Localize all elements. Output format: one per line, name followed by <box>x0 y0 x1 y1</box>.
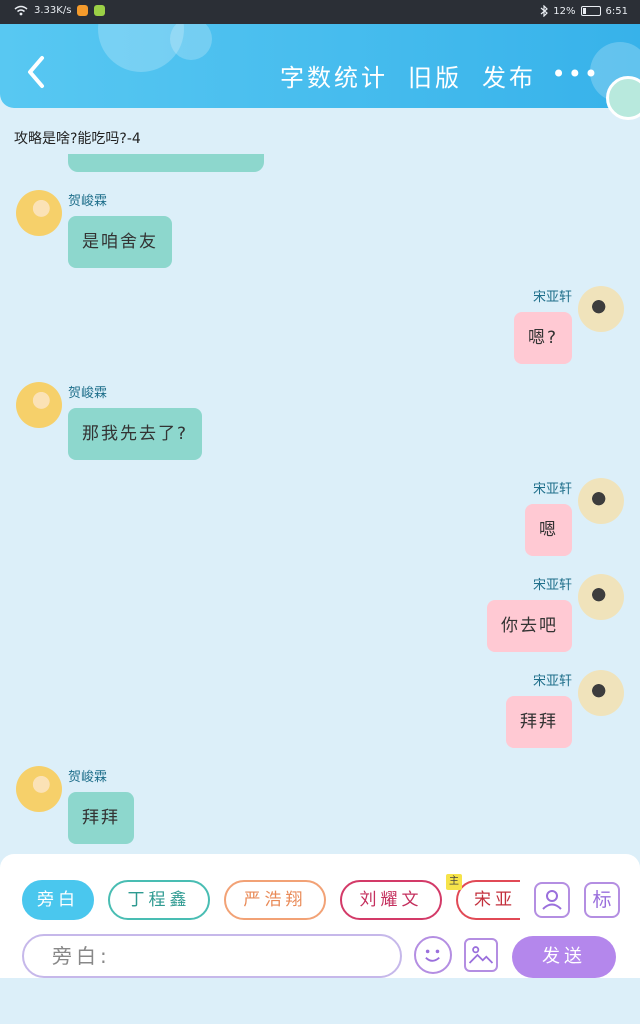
person-icon[interactable] <box>534 882 570 918</box>
sender-name: 宋亚轩 <box>532 674 572 689</box>
more-icon[interactable]: ••• <box>552 60 600 88</box>
word-count-button[interactable]: 字数统计 <box>280 58 388 93</box>
chapter-title: 攻略是啥?能吃吗?-4 <box>14 131 141 147</box>
role-chip-wrapper: 主 宋亚 <box>446 874 520 920</box>
avatar[interactable] <box>16 190 62 236</box>
sender-name: 宋亚轩 <box>532 482 572 497</box>
header-actions: 字数统计 旧版 发布 <box>280 58 536 93</box>
message-bubble[interactable]: 拜拜 <box>68 792 134 844</box>
message-bubble[interactable]: 嗯? <box>513 312 572 364</box>
message-input[interactable]: 旁白: <box>22 934 402 978</box>
tag-button[interactable]: 标 <box>584 882 620 918</box>
decor-bubble <box>170 24 212 60</box>
role-chip[interactable]: 严浩翔 <box>224 880 326 920</box>
partial-message-bubble <box>68 154 264 172</box>
message-bubble[interactable]: 嗯 <box>525 504 572 556</box>
role-chip[interactable]: 宋亚 <box>456 880 520 920</box>
app-notification-icon <box>77 5 89 16</box>
sender-name: 宋亚轩 <box>532 578 572 593</box>
role-selector: 旁白 丁程鑫 严浩翔 刘耀文 主 宋亚 <box>22 874 520 920</box>
image-icon[interactable] <box>464 938 498 972</box>
publish-button[interactable]: 发布 <box>482 58 536 93</box>
emoji-icon[interactable] <box>414 936 452 974</box>
clock: 6:51 <box>605 5 628 17</box>
sender-name: 贺峻霖 <box>68 194 108 209</box>
avatar[interactable] <box>578 478 624 524</box>
status-bar: 3.33K/s 12% 6:51 <box>0 0 640 24</box>
composer-panel: 旁白 丁程鑫 严浩翔 刘耀文 主 宋亚 标 旁白: 发送 <box>0 854 640 978</box>
app-notification-icon <box>94 5 106 16</box>
sender-name: 贺峻霖 <box>68 386 108 401</box>
avatar[interactable] <box>578 574 624 620</box>
avatar[interactable] <box>578 670 624 716</box>
chat-area[interactable]: 攻略是啥?能吃吗?-4 贺峻霖 是咱舍友 宋亚轩 嗯? 贺峻霖 那我先去了? 宋… <box>0 108 640 854</box>
battery-percent: 12% <box>553 5 576 17</box>
sender-name: 宋亚轩 <box>532 290 572 305</box>
avatar[interactable] <box>16 382 62 428</box>
avatar[interactable] <box>578 286 624 332</box>
avatar[interactable] <box>16 766 62 812</box>
person-icon-glyph <box>542 890 562 910</box>
back-icon[interactable] <box>22 54 50 90</box>
sender-name: 贺峻霖 <box>68 770 108 785</box>
top-bar: 字数统计 旧版 发布 ••• <box>0 24 640 108</box>
wifi-icon <box>14 5 28 16</box>
message-bubble[interactable]: 拜拜 <box>506 696 572 748</box>
role-chip-narrator[interactable]: 旁白 <box>22 880 94 920</box>
role-chip[interactable]: 丁程鑫 <box>108 880 210 920</box>
role-chip[interactable]: 刘耀文 <box>340 880 442 920</box>
bluetooth-icon <box>540 5 549 17</box>
battery-icon <box>580 6 601 16</box>
old-version-button[interactable]: 旧版 <box>408 58 462 93</box>
message-bubble[interactable]: 你去吧 <box>487 600 572 652</box>
message-bubble[interactable]: 那我先去了? <box>68 408 203 460</box>
main-role-badge: 主 <box>446 874 462 890</box>
net-speed: 3.33K/s <box>34 5 72 16</box>
message-bubble[interactable]: 是咱舍友 <box>68 216 172 268</box>
send-button[interactable]: 发送 <box>512 936 616 978</box>
